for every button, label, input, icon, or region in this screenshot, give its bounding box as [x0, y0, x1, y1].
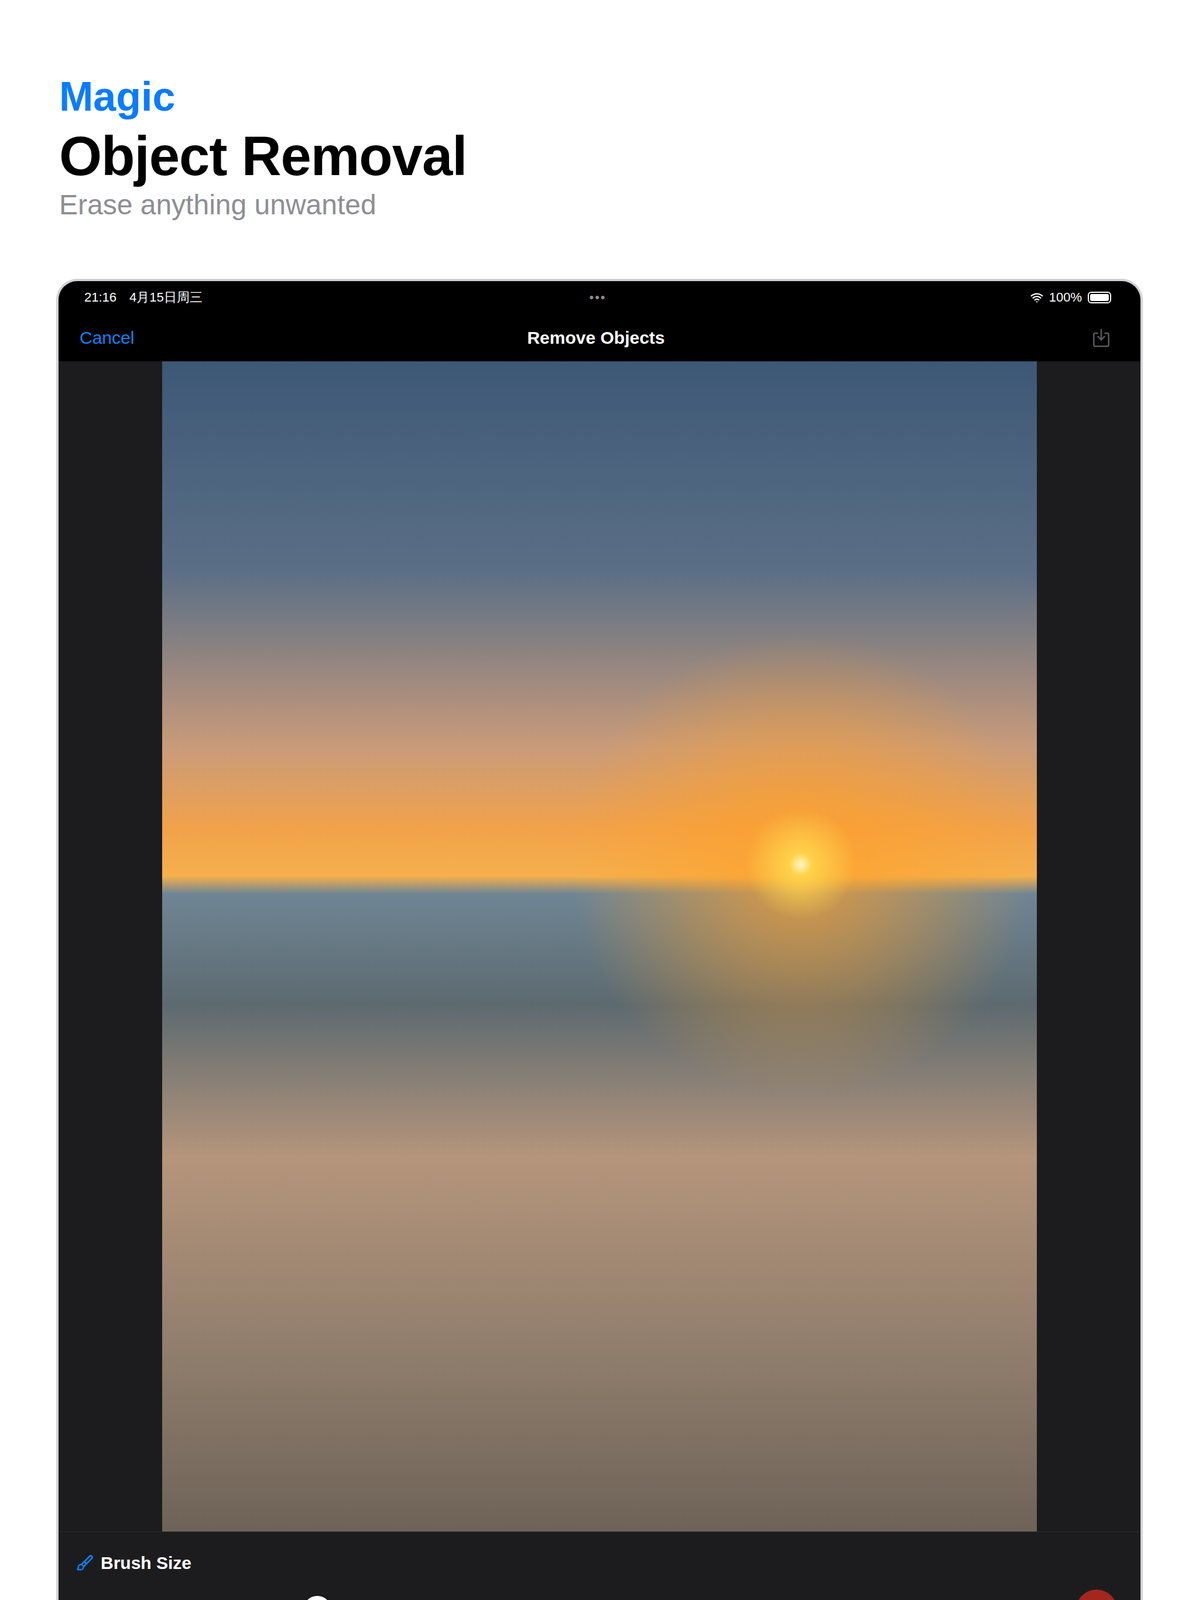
kicker: Magic — [59, 72, 1199, 122]
slider-thumb[interactable] — [303, 1595, 332, 1600]
nav-title: Remove Objects — [526, 327, 665, 348]
device-frame: 21:16 4月15日周三 ••• 100% Cancel Remove Objects B… — [56, 278, 1143, 1600]
editor-canvas — [58, 361, 1141, 1531]
header: MagicObject RemovalErase anything unwant… — [0, 0, 1199, 222]
large-brush-dot — [1076, 1588, 1118, 1600]
brush-size-label: Brush Size — [76, 1552, 1118, 1573]
brush-slider-row — [76, 1588, 1118, 1600]
nav-bar: Cancel Remove Objects — [58, 313, 1141, 362]
status-bar: 21:16 4月15日周三 ••• 100% — [58, 281, 1141, 314]
wifi-icon — [1030, 290, 1044, 304]
save-button[interactable] — [1090, 326, 1113, 349]
cancel-button[interactable]: Cancel — [79, 327, 135, 348]
battery-icon — [1087, 291, 1112, 304]
multitask-dots[interactable]: ••• — [588, 289, 606, 306]
title: Object Removal — [59, 125, 1199, 188]
save-icon — [1090, 326, 1113, 349]
battery-percent: 100% — [1049, 289, 1082, 306]
status-date: 4月15日周三 — [129, 288, 203, 307]
status-time: 21:16 — [84, 289, 117, 306]
brush-icon — [76, 1553, 94, 1572]
page: MagicObject RemovalErase anything unwant… — [0, 0, 1199, 1600]
brush-panel: Brush Size — [58, 1530, 1141, 1600]
photo[interactable] — [162, 361, 1037, 1531]
subtitle: Erase anything unwanted — [59, 187, 1199, 222]
